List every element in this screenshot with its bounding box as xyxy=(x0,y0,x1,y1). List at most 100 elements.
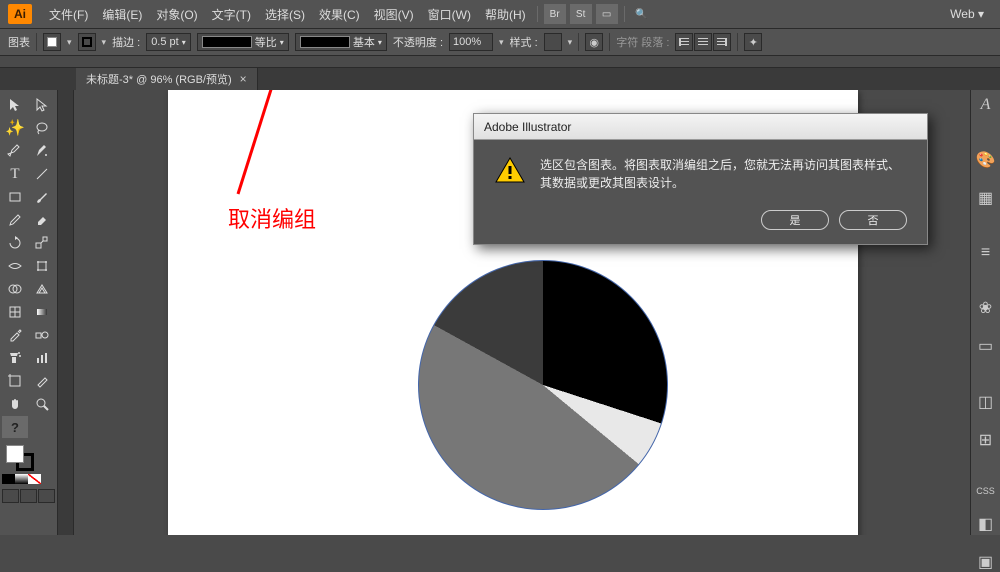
panel-transform-icon[interactable]: ◫ xyxy=(976,392,996,412)
app-logo: Ai xyxy=(8,4,32,24)
lasso-tool[interactable] xyxy=(29,117,55,139)
stroke-label[interactable]: 描边 : xyxy=(112,34,140,50)
dropdown-caret-icon[interactable]: ▾ xyxy=(499,37,504,48)
scale-tool[interactable] xyxy=(29,232,55,254)
slice-tool[interactable] xyxy=(29,370,55,392)
menu-file[interactable]: 文件(F) xyxy=(42,6,95,23)
align-left-button[interactable] xyxy=(675,33,693,51)
graph-tool[interactable] xyxy=(29,347,55,369)
stroke-profile-dropdown[interactable]: 等比 xyxy=(197,33,289,51)
panel-color-icon[interactable]: 🎨 xyxy=(976,150,996,170)
brush-dropdown[interactable]: 基本 xyxy=(295,33,387,51)
separator xyxy=(537,6,538,22)
pencil-tool[interactable] xyxy=(2,209,28,231)
panel-stroke-icon[interactable]: ≡ xyxy=(976,244,996,262)
dialog-no-button[interactable]: 否 xyxy=(839,210,907,230)
blend-tool[interactable] xyxy=(29,324,55,346)
style-label[interactable]: 样式 : xyxy=(510,34,538,50)
align-right-button[interactable] xyxy=(713,33,731,51)
gradient-tool[interactable] xyxy=(29,301,55,323)
color-swatches[interactable] xyxy=(2,443,55,471)
rectangle-tool[interactable] xyxy=(2,186,28,208)
annotation-text: 取消编组 xyxy=(228,202,316,234)
selection-tool[interactable] xyxy=(2,94,28,116)
control-bar: 图表 ▾ ▾ 描边 : 0.5 pt 等比 基本 不透明度 : ▾ 样式 : ▾… xyxy=(0,28,1000,56)
paragraph-align-group xyxy=(675,33,731,51)
panel-symbols-icon[interactable]: ❀ xyxy=(976,298,996,318)
panel-artboards-icon[interactable]: ▣ xyxy=(976,552,996,572)
pen-tool[interactable] xyxy=(2,140,28,162)
workspace-switcher[interactable]: Web ▾ xyxy=(942,7,992,21)
menu-window[interactable]: 窗口(W) xyxy=(421,6,478,23)
stroke-swatch-box[interactable] xyxy=(78,33,96,51)
fill-swatch[interactable] xyxy=(43,33,61,51)
bridge-icon[interactable]: Br xyxy=(544,4,566,24)
magic-wand-tool[interactable]: ✨ xyxy=(2,117,28,139)
panel-swatches-icon[interactable]: ▦ xyxy=(976,188,996,208)
menu-effect[interactable]: 效果(C) xyxy=(312,6,367,23)
none-color-button[interactable] xyxy=(28,474,41,484)
toolbox: ✨ T ? xyxy=(0,90,58,535)
transform-button[interactable]: ✦ xyxy=(744,33,762,51)
eyedropper-tool[interactable] xyxy=(2,324,28,346)
width-tool[interactable] xyxy=(2,255,28,277)
direct-selection-tool[interactable] xyxy=(29,94,55,116)
shape-builder-tool[interactable] xyxy=(2,278,28,300)
empty-tool-slot xyxy=(29,416,55,438)
dialog-yes-button[interactable]: 是 xyxy=(761,210,829,230)
help-tool[interactable]: ? xyxy=(2,416,28,438)
artboard-tool[interactable] xyxy=(2,370,28,392)
align-center-button[interactable] xyxy=(694,33,712,51)
curvature-tool[interactable] xyxy=(29,140,55,162)
recolor-button[interactable]: ◉ xyxy=(585,33,603,51)
color-mode-row xyxy=(2,474,55,484)
panel-character-icon[interactable]: A xyxy=(976,96,996,114)
document-tabbar: 未标题-3* @ 96% (RGB/预览) × xyxy=(0,68,1000,90)
screen-mode-full[interactable] xyxy=(20,489,37,503)
opacity-input[interactable] xyxy=(449,33,493,51)
screen-mode-normal[interactable] xyxy=(2,489,19,503)
panel-layers-icon[interactable]: ◧ xyxy=(976,514,996,534)
eraser-tool[interactable] xyxy=(29,209,55,231)
menu-select[interactable]: 选择(S) xyxy=(258,6,312,23)
fill-color-swatch[interactable] xyxy=(6,445,24,463)
screen-mode-presentation[interactable] xyxy=(38,489,55,503)
search-icon[interactable]: 🔍 xyxy=(631,4,653,24)
separator xyxy=(737,33,738,51)
stock-icon[interactable]: St xyxy=(570,4,592,24)
menu-help[interactable]: 帮助(H) xyxy=(478,6,533,23)
panel-css-icon[interactable]: CSS xyxy=(976,486,996,496)
char-paragraph-label[interactable]: 字符 段落 : xyxy=(616,34,669,50)
paintbrush-tool[interactable] xyxy=(29,186,55,208)
dialog-titlebar[interactable]: Adobe Illustrator xyxy=(474,114,927,140)
mesh-tool[interactable] xyxy=(2,301,28,323)
menu-view[interactable]: 视图(V) xyxy=(367,6,421,23)
panel-align-icon[interactable]: ⊞ xyxy=(976,430,996,450)
menu-type[interactable]: 文字(T) xyxy=(205,6,258,23)
tab-close-button[interactable]: × xyxy=(240,72,247,86)
menu-edit[interactable]: 编辑(E) xyxy=(95,6,149,23)
type-tool[interactable]: T xyxy=(2,163,28,185)
dropdown-caret-icon[interactable]: ▾ xyxy=(102,37,107,48)
panel-brushes-icon[interactable]: ▭ xyxy=(976,336,996,356)
hand-tool[interactable] xyxy=(2,393,28,415)
document-tab[interactable]: 未标题-3* @ 96% (RGB/预览) × xyxy=(76,68,258,90)
rotate-tool[interactable] xyxy=(2,232,28,254)
stroke-weight-input[interactable]: 0.5 pt xyxy=(146,33,191,51)
arrange-icon[interactable]: ▭ xyxy=(596,4,618,24)
symbol-sprayer-tool[interactable] xyxy=(2,347,28,369)
gradient-button[interactable] xyxy=(15,474,28,484)
free-transform-tool[interactable] xyxy=(29,255,55,277)
line-tool[interactable] xyxy=(29,163,55,185)
opacity-label[interactable]: 不透明度 : xyxy=(393,34,443,50)
dialog-message: 选区包含图表。将图表取消编组之后，您就无法再访问其图表样式、其数据或更改其图表设… xyxy=(540,156,907,192)
style-swatch[interactable] xyxy=(544,33,562,51)
solid-color-button[interactable] xyxy=(2,474,15,484)
zoom-tool[interactable] xyxy=(29,393,55,415)
menu-object[interactable]: 对象(O) xyxy=(149,6,204,23)
dropdown-caret-icon[interactable]: ▾ xyxy=(67,37,72,48)
document-tab-title: 未标题-3* @ 96% (RGB/预览) xyxy=(86,71,232,87)
pie-chart[interactable] xyxy=(418,260,668,510)
perspective-tool[interactable] xyxy=(29,278,55,300)
dropdown-caret-icon[interactable]: ▾ xyxy=(568,37,573,48)
